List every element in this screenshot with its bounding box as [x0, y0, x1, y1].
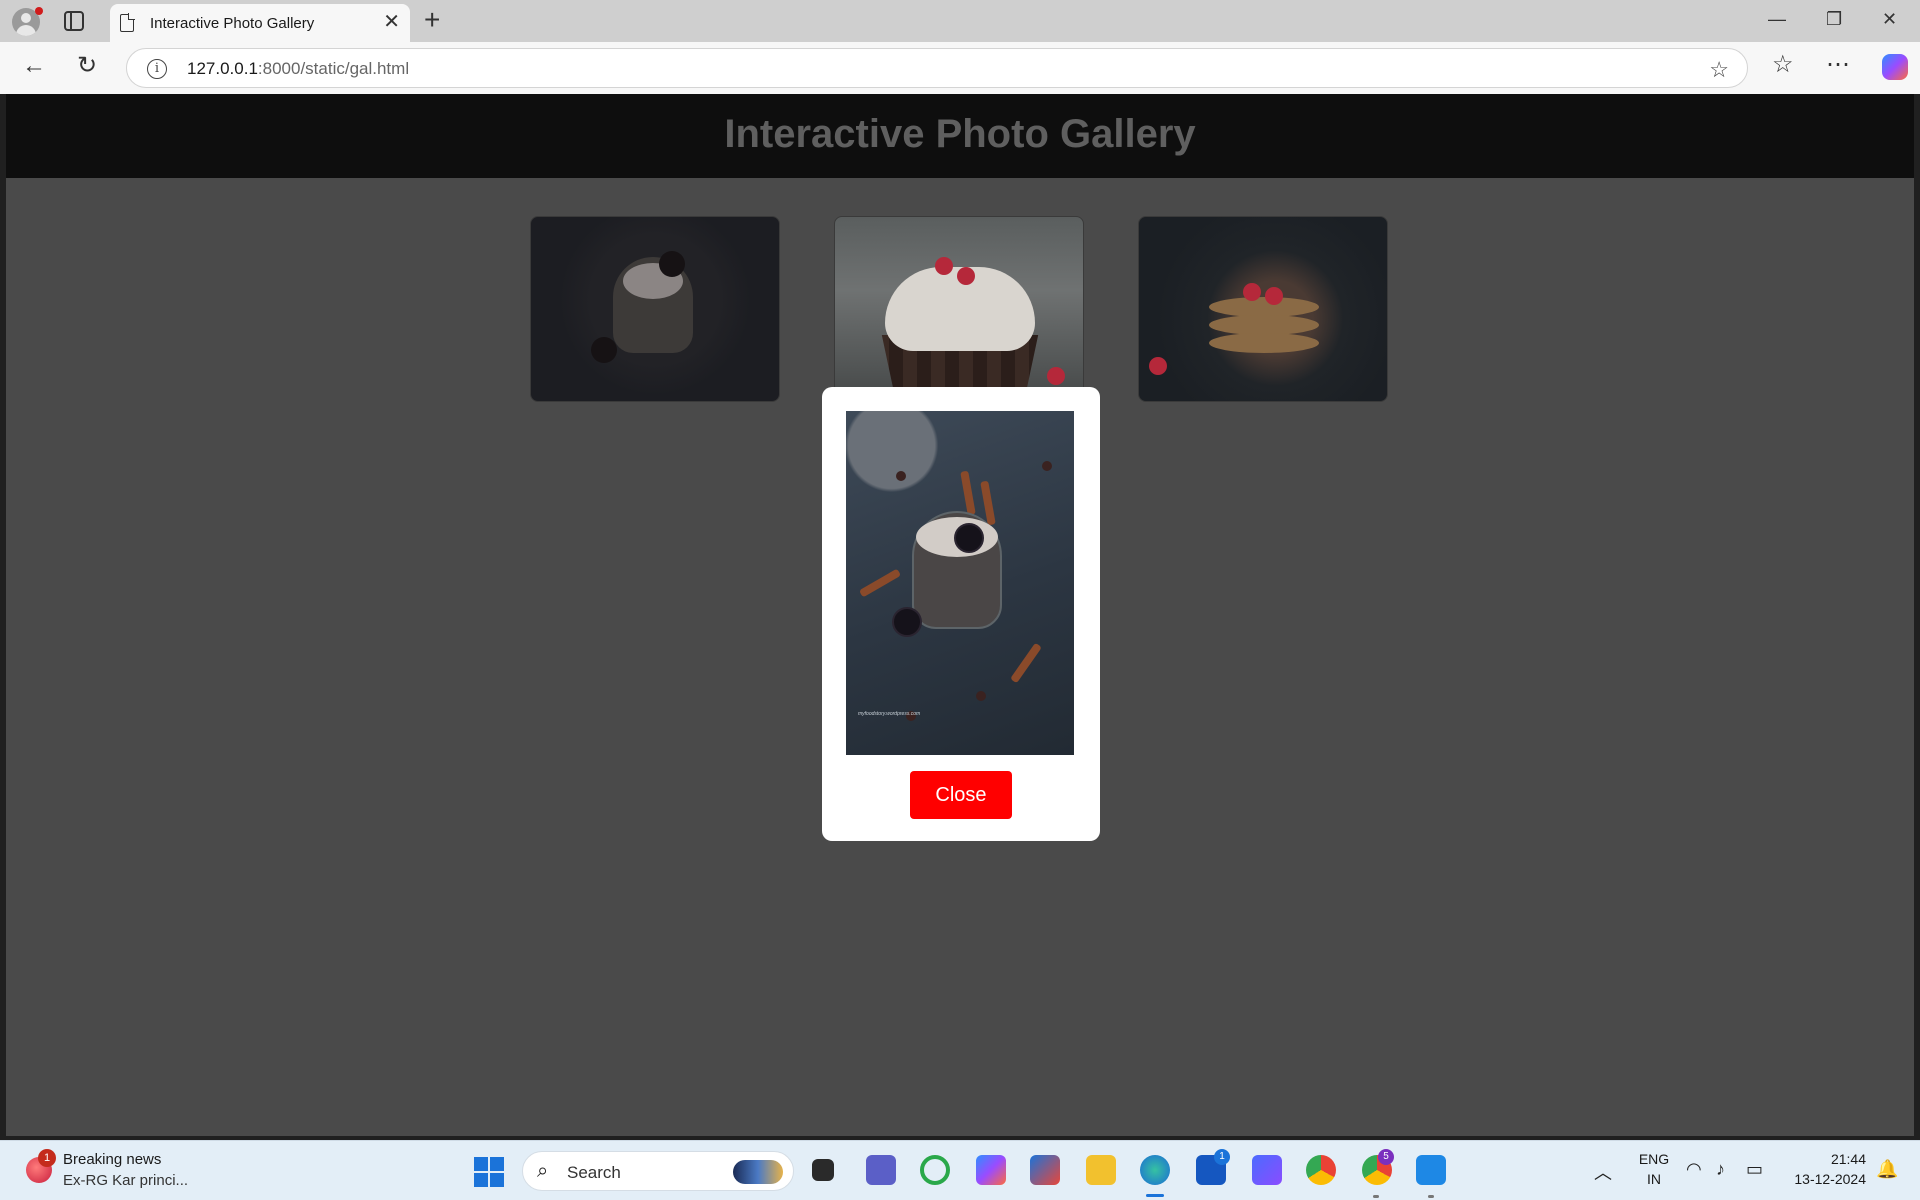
star-icon[interactable]: ☆	[1709, 57, 1729, 83]
close-button[interactable]: Close	[910, 771, 1012, 819]
language-line-2[interactable]: IN	[1634, 1171, 1674, 1187]
page-icon	[120, 13, 135, 32]
running-app-indicator	[1428, 1195, 1434, 1198]
copilot-icon[interactable]	[1882, 54, 1908, 80]
tab-close-icon[interactable]: ✕	[383, 12, 400, 32]
url-text[interactable]: 127.0.0.1:8000/static/gal.html	[187, 59, 409, 79]
news-badge: 1	[38, 1149, 56, 1167]
clock-date[interactable]: 13-12-2024	[1776, 1171, 1866, 1187]
search-icon: ⌕	[537, 1160, 549, 1182]
running-app-indicator	[1373, 1195, 1379, 1198]
cookie-shape	[892, 607, 922, 637]
volume-icon[interactable]: ♪	[1716, 1159, 1725, 1180]
crumb-shape	[1042, 461, 1052, 471]
search-label: Search	[567, 1163, 621, 1182]
folder-icon[interactable]	[1086, 1155, 1116, 1185]
active-app-indicator	[1146, 1194, 1164, 1197]
modal-image: myfoodstory.wordpress.com	[846, 411, 1074, 755]
cinnamon-stick-shape	[960, 470, 976, 516]
crumb-shape	[976, 691, 986, 701]
language-line-1[interactable]: ENG	[1634, 1151, 1674, 1167]
cookie-shape	[954, 523, 984, 553]
edge-icon[interactable]	[1140, 1155, 1170, 1185]
wifi-icon[interactable]: ◠	[1686, 1159, 1702, 1180]
battery-icon[interactable]: ▭	[1746, 1159, 1763, 1180]
notification-bell-icon[interactable]: 🔔	[1876, 1159, 1898, 1180]
search-highlight-art	[733, 1160, 783, 1184]
tab-actions-icon[interactable]	[64, 11, 84, 31]
taskbar: 1 Breaking news Ex-RG Kar princi... ⌕ Se…	[0, 1140, 1920, 1200]
teams-icon[interactable]	[866, 1155, 896, 1185]
chrome-icon[interactable]	[1306, 1155, 1336, 1185]
crumb-shape	[896, 471, 906, 481]
page-viewport: Interactive Photo Gallery myfoodstory.wo…	[6, 94, 1914, 1136]
circle-app-icon[interactable]	[920, 1155, 950, 1185]
more-icon[interactable]: ⋯	[1826, 52, 1850, 78]
new-tab-icon[interactable]: +	[424, 6, 440, 34]
reload-icon[interactable]: ↻	[77, 54, 97, 78]
store-icon[interactable]	[1030, 1155, 1060, 1185]
vscode-icon[interactable]	[1416, 1155, 1446, 1185]
taskbar-search[interactable]: ⌕ Search	[522, 1151, 794, 1191]
window-close-icon[interactable]: ✕	[1882, 9, 1897, 29]
file-explorer-icon[interactable]	[812, 1159, 834, 1181]
windows-start-icon[interactable]	[474, 1157, 504, 1187]
copilot-app-icon[interactable]	[976, 1155, 1006, 1185]
favorites-icon[interactable]: ☆	[1772, 52, 1794, 78]
site-info-icon[interactable]: i	[147, 59, 167, 79]
image-watermark: myfoodstory.wordpress.com	[858, 711, 921, 717]
chevron-up-icon[interactable]: ︿	[1594, 1159, 1612, 1185]
cinnamon-stick-shape	[1010, 642, 1042, 684]
minimize-icon[interactable]: —	[1768, 9, 1786, 29]
a-app-icon[interactable]	[1252, 1155, 1282, 1185]
news-title[interactable]: Breaking news	[63, 1151, 161, 1168]
chrome-badge: 5	[1378, 1149, 1394, 1165]
image-modal: myfoodstory.wordpress.com Close	[822, 387, 1100, 841]
profile-notification-dot	[35, 7, 43, 15]
news-subtitle[interactable]: Ex-RG Kar princi...	[63, 1172, 188, 1189]
address-bar[interactable]: i 127.0.0.1:8000/static/gal.html ☆	[126, 48, 1748, 88]
browser-toolbar: ← ↻ i 127.0.0.1:8000/static/gal.html ☆ ☆…	[0, 42, 1920, 94]
tab-title: Interactive Photo Gallery	[150, 15, 315, 32]
cinnamon-stick-shape	[858, 568, 902, 598]
restore-icon[interactable]: ❐	[1826, 9, 1842, 29]
l-app-badge: 1	[1214, 1149, 1230, 1165]
back-arrow-icon[interactable]: ←	[22, 54, 46, 78]
clock-time[interactable]: 21:44	[1786, 1151, 1866, 1167]
browser-tab[interactable]: Interactive Photo Gallery ✕	[110, 4, 410, 42]
browser-tabstrip: Interactive Photo Gallery ✕ + — ❐ ✕	[0, 0, 1920, 42]
